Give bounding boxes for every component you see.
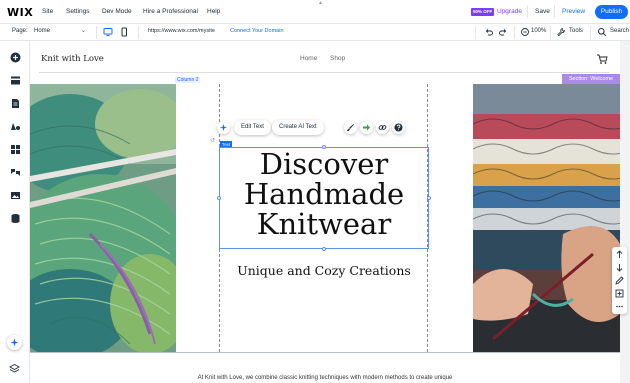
collapse-caret-icon[interactable]: ▲ bbox=[318, 0, 323, 6]
ai-assistant-icon[interactable] bbox=[217, 121, 230, 134]
connect-domain-link[interactable]: Connect Your Domain bbox=[230, 28, 284, 34]
redo-icon[interactable] bbox=[498, 27, 508, 37]
design-icon[interactable] bbox=[10, 121, 21, 132]
divider bbox=[475, 26, 476, 39]
search-label[interactable]: Search bbox=[610, 28, 629, 34]
resize-handle-bottom[interactable] bbox=[322, 247, 326, 251]
apps-icon[interactable] bbox=[10, 144, 21, 155]
nav-shop[interactable]: Shop bbox=[330, 55, 345, 62]
move-down-icon[interactable] bbox=[614, 262, 625, 273]
desktop-view-icon[interactable] bbox=[103, 27, 113, 37]
page-selector-value: Home bbox=[34, 28, 51, 34]
divider bbox=[550, 26, 551, 39]
column-label[interactable]: Column 2 bbox=[175, 77, 201, 83]
zoom-icon[interactable] bbox=[520, 27, 530, 37]
site-brand[interactable]: Knit with Love bbox=[41, 54, 104, 64]
menu-settings[interactable]: Settings bbox=[66, 8, 90, 15]
divider bbox=[554, 5, 555, 18]
editor-canvas: Knit with Love Home Shop Column 2 Sectio… bbox=[30, 41, 630, 383]
nav-home[interactable]: Home bbox=[300, 55, 317, 62]
site-page: Knit with Love Home Shop Column 2 Sectio… bbox=[30, 41, 627, 383]
heading-line-1: Discover bbox=[259, 147, 389, 181]
cart-icon[interactable] bbox=[596, 53, 608, 65]
heading-line-2: Handmade bbox=[243, 177, 405, 211]
heading-line-3: Knitwear bbox=[256, 207, 392, 241]
link-icon[interactable] bbox=[376, 121, 389, 134]
hero-heading[interactable]: Discover Handmade Knitwear bbox=[220, 149, 428, 239]
site-header[interactable]: Knit with Love Home Shop bbox=[30, 41, 620, 77]
undo-icon[interactable] bbox=[484, 27, 494, 37]
site-url: https://www.wix.com/mysite bbox=[148, 28, 215, 34]
divider bbox=[514, 26, 515, 39]
more-options-icon[interactable] bbox=[614, 301, 625, 312]
tools-icon[interactable] bbox=[556, 27, 566, 37]
resize-handle-top[interactable] bbox=[322, 145, 326, 149]
wix-logo[interactable]: WIX bbox=[7, 6, 33, 19]
rotate-handle-icon[interactable]: ↺ bbox=[210, 137, 215, 144]
pages-icon[interactable] bbox=[10, 98, 21, 109]
divider bbox=[590, 26, 591, 39]
about-paragraph[interactable]: At Knit with Love, we combine classic kn… bbox=[30, 375, 620, 381]
tools-label[interactable]: Tools bbox=[569, 28, 583, 34]
discount-badge: 50% OFF bbox=[471, 8, 495, 16]
hero-subheading[interactable]: Unique and Cozy Creations bbox=[220, 263, 428, 278]
save-button[interactable]: Save bbox=[535, 8, 550, 15]
resize-handle-right[interactable] bbox=[427, 196, 431, 200]
create-ai-text-button[interactable]: Create AI Text bbox=[272, 120, 324, 135]
mobile-view-icon[interactable] bbox=[119, 27, 129, 37]
divider bbox=[96, 26, 97, 39]
resize-handle-left[interactable] bbox=[217, 196, 221, 200]
design-brush-icon[interactable] bbox=[344, 121, 357, 134]
menu-help[interactable]: Help bbox=[207, 8, 220, 15]
cms-icon[interactable] bbox=[10, 213, 21, 224]
header-divider bbox=[39, 72, 609, 73]
section-label[interactable]: Section: Welcome bbox=[562, 74, 620, 84]
publish-button[interactable]: Publish bbox=[595, 5, 628, 19]
ai-assistant-button[interactable] bbox=[7, 335, 22, 350]
add-section-icon[interactable] bbox=[10, 75, 21, 86]
preview-button[interactable]: Preview bbox=[562, 8, 585, 15]
editor-toolbar: Page: Home ⌄ https://www.wix.com/mysite … bbox=[0, 24, 630, 41]
menu-site[interactable]: Site bbox=[42, 8, 53, 15]
upgrade-link[interactable]: Upgrade bbox=[497, 8, 522, 15]
add-section-plus-icon[interactable] bbox=[614, 288, 625, 299]
media-icon[interactable] bbox=[10, 190, 21, 201]
left-toolbar bbox=[0, 41, 30, 383]
help-icon[interactable] bbox=[392, 121, 405, 134]
section-side-toolbar bbox=[612, 247, 627, 314]
menu-hire-professional[interactable]: Hire a Professional bbox=[143, 8, 198, 15]
crochet-image[interactable] bbox=[473, 84, 620, 352]
move-up-icon[interactable] bbox=[614, 249, 625, 260]
yarn-illustration bbox=[30, 84, 176, 352]
zoom-level[interactable]: 100% bbox=[531, 28, 546, 34]
top-bar: WIX Site Settings Dev Mode Hire a Profes… bbox=[0, 0, 630, 24]
animation-arrow-icon[interactable] bbox=[360, 121, 373, 134]
chevron-down-icon: ⌄ bbox=[80, 28, 86, 34]
add-elements-icon[interactable] bbox=[10, 52, 21, 63]
search-icon[interactable] bbox=[597, 27, 607, 37]
layers-icon[interactable] bbox=[9, 363, 20, 374]
page-selector[interactable]: Home ⌄ bbox=[34, 27, 86, 38]
crochet-illustration bbox=[473, 84, 620, 352]
page-label: Page: bbox=[12, 28, 28, 34]
yarn-image[interactable] bbox=[30, 84, 176, 352]
edit-text-button[interactable]: Edit Text bbox=[234, 120, 271, 135]
divider bbox=[138, 26, 139, 39]
divider bbox=[527, 5, 528, 18]
business-icon[interactable] bbox=[10, 167, 21, 178]
menu-dev-mode[interactable]: Dev Mode bbox=[102, 8, 132, 15]
section-bottom-border bbox=[30, 352, 620, 353]
edit-pencil-icon[interactable] bbox=[614, 275, 625, 286]
